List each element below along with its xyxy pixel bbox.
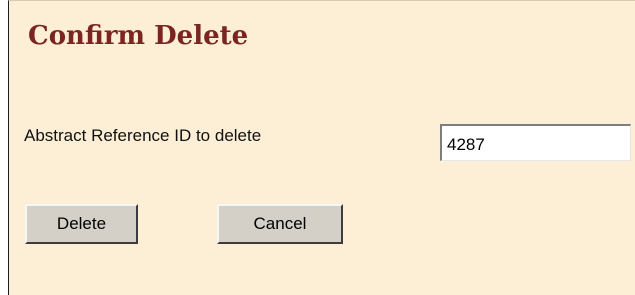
delete-button[interactable]: Delete — [25, 204, 138, 244]
page-title: Confirm Delete — [28, 21, 249, 51]
confirm-delete-panel: Confirm Delete Abstract Reference ID to … — [8, 0, 635, 295]
cancel-button[interactable]: Cancel — [217, 204, 343, 244]
reference-id-input[interactable] — [440, 124, 631, 161]
reference-id-label: Abstract Reference ID to delete — [24, 126, 262, 145]
